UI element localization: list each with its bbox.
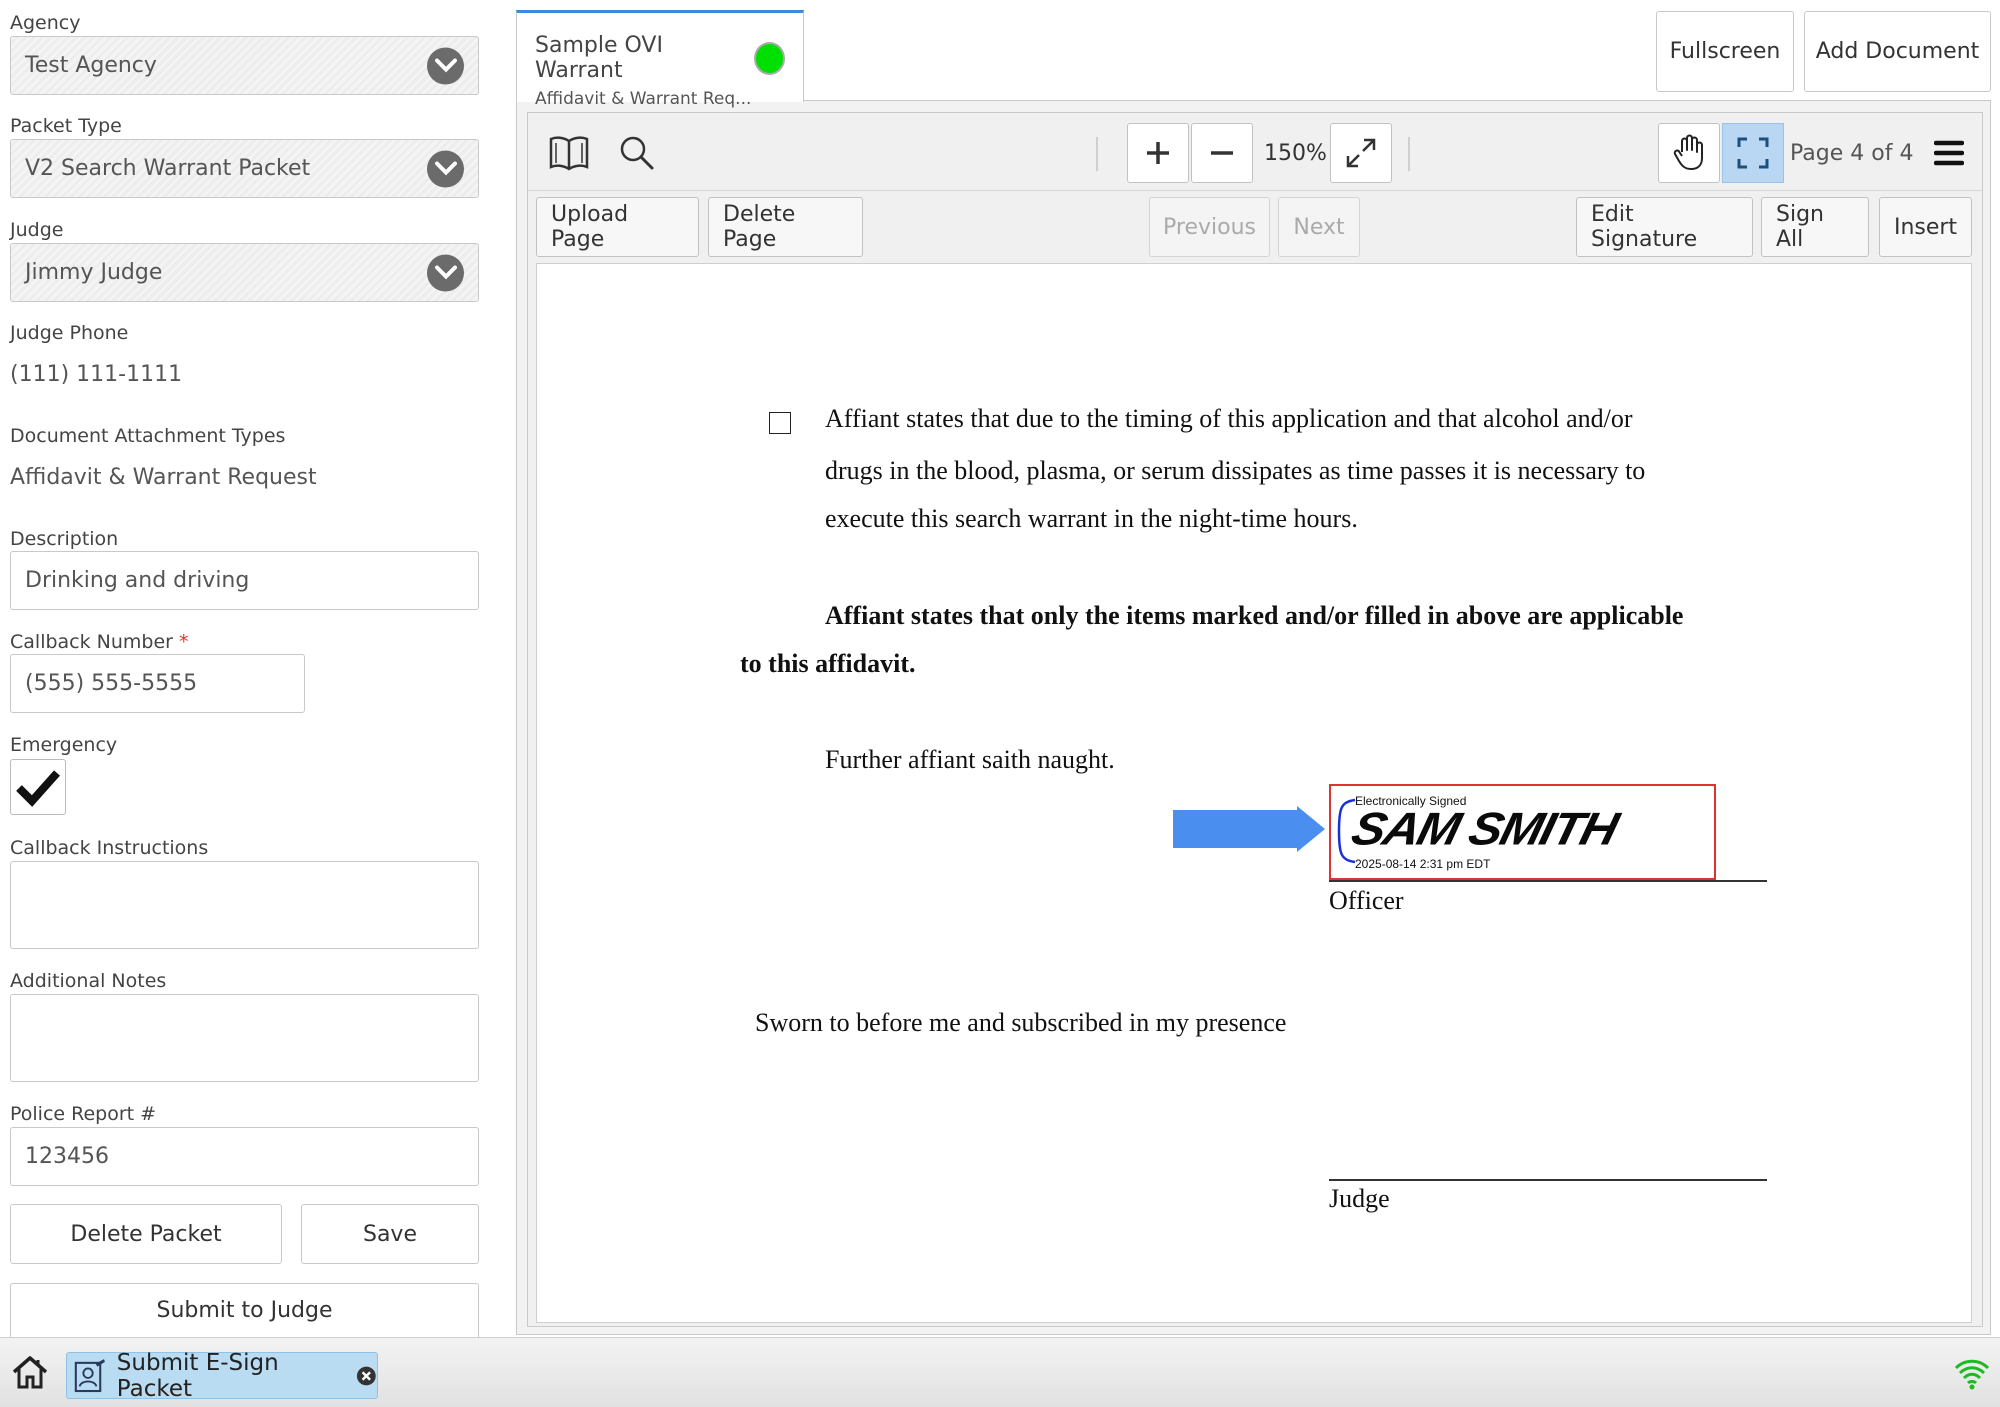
select-tool-button[interactable]	[1722, 123, 1784, 183]
wifi-icon	[1954, 1356, 1990, 1394]
fullscreen-corners-icon	[1737, 137, 1769, 169]
agency-select[interactable]: Test Agency	[10, 36, 479, 95]
packet-form-panel: Agency Test Agency Packet Type V2 Search…	[0, 0, 500, 1337]
toolbar-divider	[1408, 137, 1410, 171]
toolbar-divider	[1096, 137, 1098, 171]
zoom-in-button[interactable]	[1127, 123, 1189, 183]
callback-instructions-label: Callback Instructions	[10, 837, 209, 859]
police-report-input[interactable]: 123456	[10, 1127, 479, 1186]
agency-label: Agency	[10, 12, 81, 34]
additional-notes-label: Additional Notes	[10, 970, 167, 992]
viewer-toolbar: 150% Page 4 of 4	[528, 113, 1982, 191]
chevron-down-icon[interactable]	[427, 150, 464, 187]
menu-icon[interactable]	[1918, 123, 1980, 183]
affidavit-paragraph-line: Affiant states that due to the timing of…	[825, 404, 1633, 433]
minus-icon	[1211, 151, 1233, 155]
zoom-level: 150%	[1264, 141, 1327, 166]
close-icon[interactable]	[356, 1365, 377, 1387]
packet-type-select[interactable]: V2 Search Warrant Packet	[10, 139, 479, 198]
plus-icon	[1147, 142, 1169, 164]
agency-value: Test Agency	[25, 53, 157, 78]
document-page: Affiant states that due to the timing of…	[536, 263, 1972, 1323]
book-icon[interactable]	[538, 123, 600, 183]
doc-types-label: Document Attachment Types	[10, 425, 286, 447]
affidavit-paragraph-line: drugs in the blood, plasma, or serum dis…	[825, 456, 1646, 485]
description-label: Description	[10, 528, 119, 550]
emergency-checkbox[interactable]	[10, 759, 66, 815]
next-button[interactable]: Next	[1278, 197, 1360, 257]
judge-signature-line	[1329, 1179, 1767, 1181]
chevron-down-icon[interactable]	[427, 254, 464, 291]
judge-phone-value: (111) 111-1111	[10, 362, 183, 387]
esign-document-icon	[74, 1358, 105, 1392]
affidavit-bold-line: to this affidavit.	[740, 649, 916, 678]
task-label: Submit E-Sign Packet	[116, 1349, 279, 1402]
expand-icon	[1346, 138, 1376, 168]
required-marker: *	[179, 631, 189, 653]
upload-page-button[interactable]: Upload Page	[536, 197, 699, 257]
fit-page-button[interactable]	[1330, 123, 1392, 183]
callback-number-label: Callback Number *	[10, 631, 189, 653]
add-document-button[interactable]: Add Document	[1804, 11, 1991, 92]
callback-number-label-text: Callback Number	[10, 631, 173, 653]
judge-label: Judge	[1329, 1184, 1390, 1213]
judge-label: Judge	[10, 219, 64, 241]
status-indicator-icon	[753, 41, 785, 75]
packet-type-value: V2 Search Warrant Packet	[25, 156, 311, 181]
additional-notes-textarea[interactable]	[10, 994, 479, 1082]
document-tab-title: Sample OVI Warrant	[535, 33, 663, 83]
document-tab[interactable]: Sample OVI Warrant Affidavit & Warrant R…	[516, 10, 804, 109]
judge-select[interactable]: Jimmy Judge	[10, 243, 479, 302]
affidavit-paragraph-line: execute this search warrant in the night…	[825, 504, 1358, 533]
signature-timestamp: 2025-08-14 2:31 pm EDT	[1355, 857, 1491, 871]
previous-button[interactable]: Previous	[1149, 197, 1270, 257]
home-icon[interactable]	[12, 1355, 48, 1393]
signature-box[interactable]: Electronically Signed SAM SMITH 2025-08-…	[1329, 784, 1716, 880]
page-indicator: Page 4 of 4	[1790, 141, 1914, 166]
taskbar: Submit E-Sign Packet	[0, 1337, 2000, 1407]
delete-page-button[interactable]: Delete Page	[708, 197, 863, 257]
emergency-label: Emergency	[10, 734, 118, 756]
signature-name: SAM SMITH	[1346, 803, 1622, 855]
doc-types-value: Affidavit & Warrant Request	[10, 465, 317, 490]
checkmark-icon	[16, 770, 60, 807]
hand-icon	[1673, 134, 1703, 170]
arrow-right-icon	[1173, 806, 1325, 852]
callback-instructions-textarea[interactable]	[10, 861, 479, 949]
pdf-viewer: 150% Page 4 of 4 Upload Page Delete Page…	[527, 112, 1983, 1327]
further-affiant-text: Further affiant saith naught.	[825, 745, 1115, 774]
fullscreen-button[interactable]: Fullscreen	[1656, 11, 1794, 92]
search-icon[interactable]	[606, 123, 668, 183]
hand-tool-button[interactable]	[1658, 123, 1720, 183]
affidavit-bold-line: Affiant states that only the items marke…	[825, 601, 1684, 630]
callback-number-input[interactable]: (555) 555-5555	[10, 654, 305, 713]
submit-to-judge-button[interactable]: Submit to Judge	[10, 1283, 479, 1337]
description-input[interactable]: Drinking and driving	[10, 551, 479, 610]
save-button[interactable]: Save	[301, 1204, 479, 1264]
chevron-down-icon[interactable]	[427, 47, 464, 84]
edit-signature-button[interactable]: Edit Signature	[1576, 197, 1753, 257]
sworn-text: Sworn to before me and subscribed in my …	[755, 1008, 1287, 1037]
delete-packet-button[interactable]: Delete Packet	[10, 1204, 282, 1264]
judge-value: Jimmy Judge	[25, 260, 163, 285]
sign-all-button[interactable]: Sign All	[1761, 197, 1869, 257]
zoom-out-button[interactable]	[1191, 123, 1253, 183]
officer-label: Officer	[1329, 886, 1404, 915]
checkbox-icon	[769, 412, 791, 434]
officer-signature-line	[1329, 880, 1767, 882]
police-report-label: Police Report #	[10, 1103, 157, 1125]
judge-phone-label: Judge Phone	[10, 322, 129, 344]
task-submit-esign-packet[interactable]: Submit E-Sign Packet	[66, 1349, 378, 1402]
document-tab-subtitle: Affidavit & Warrant Req...	[535, 89, 752, 109]
packet-type-label: Packet Type	[10, 115, 122, 137]
insert-button[interactable]: Insert	[1879, 197, 1972, 257]
